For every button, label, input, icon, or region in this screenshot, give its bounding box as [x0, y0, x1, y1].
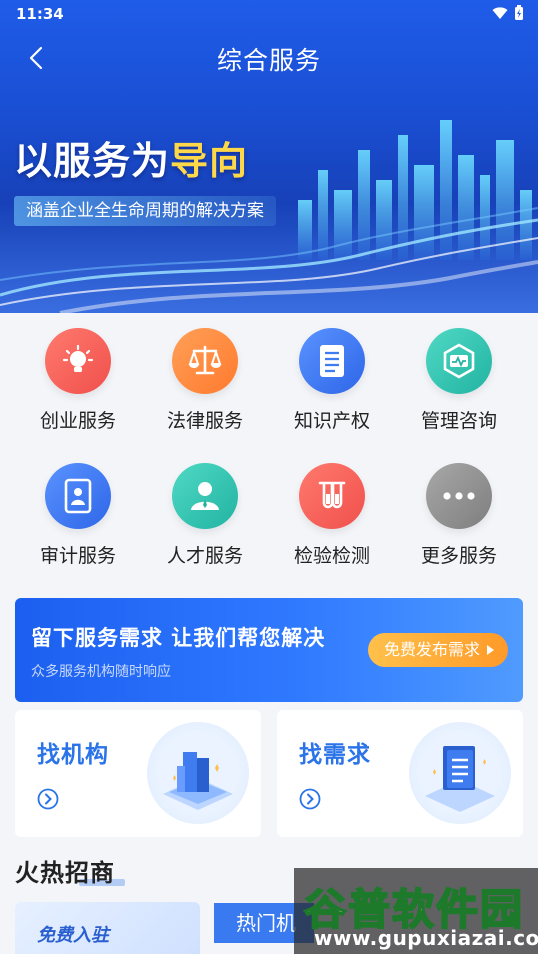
document-icon — [299, 328, 365, 394]
demand-subtitle: 众多服务机构随时响应 — [31, 664, 171, 680]
hero-slogan: 以服务为导向 — [14, 130, 248, 185]
service-label: 审计服务 — [39, 545, 116, 567]
find-demand-title: 找需求 — [299, 742, 371, 768]
service-label: 管理咨询 — [420, 410, 497, 432]
post-demand-button-label: 免费发布需求 — [383, 640, 480, 659]
wifi-icon — [492, 7, 508, 19]
find-institution-card[interactable]: 找机构 — [15, 710, 261, 837]
scales-icon — [172, 328, 238, 394]
service-legal[interactable]: 法律服务 — [141, 328, 269, 433]
service-talent[interactable]: 人才服务 — [141, 463, 269, 568]
clipboard-icon — [409, 722, 511, 824]
free-join-label: 免费入驻 — [37, 925, 109, 946]
arrow-circle-right-icon — [299, 788, 321, 810]
service-consulting[interactable]: 管理咨询 — [395, 328, 523, 433]
service-more[interactable]: 更多服务 — [395, 463, 523, 568]
post-demand-button[interactable]: 免费发布需求 — [367, 633, 508, 667]
status-time: 11:34 — [16, 5, 64, 23]
hero-subtitle: 涵盖企业全生命周期的解决方案 — [14, 196, 276, 226]
service-audit[interactable]: 审计服务 — [14, 463, 142, 568]
status-icons — [492, 5, 524, 21]
find-institution-title: 找机构 — [37, 742, 109, 768]
hero-slogan-main: 以服务为 — [14, 139, 171, 183]
hot-section-title: 火热招商 — [15, 853, 125, 888]
hero-banner: 11:34 综合服务 以服务为导向 涵盖企业全生命周期的解决方案 — [0, 0, 538, 313]
hero-slogan-accent: 导向 — [170, 139, 249, 183]
test-tubes-icon — [299, 463, 365, 529]
arrow-circle-right-icon — [37, 788, 59, 810]
status-bar: 11:34 — [0, 0, 538, 28]
watermark: 谷普软件园 www.gupuxiazai.com — [294, 868, 538, 954]
service-testing[interactable]: 检验检测 — [268, 463, 396, 568]
consult-chart-icon — [426, 328, 492, 394]
watermark-url: www.gupuxiazai.com — [314, 926, 538, 950]
service-label: 创业服务 — [39, 410, 116, 432]
service-label: 人才服务 — [166, 545, 243, 567]
battery-icon — [515, 5, 523, 20]
demand-title: 留下服务需求 让我们帮您解决 — [31, 626, 326, 650]
find-demand-card[interactable]: 找需求 — [277, 710, 523, 837]
post-demand-banner[interactable]: 留下服务需求 让我们帮您解决 众多服务机构随时响应 免费发布需求 — [15, 598, 523, 702]
person-icon — [172, 463, 238, 529]
page-title: 综合服务 — [216, 46, 321, 75]
audit-person-icon — [45, 463, 111, 529]
service-startup[interactable]: 创业服务 — [14, 328, 142, 433]
free-join-card[interactable]: 免费入驻 — [15, 902, 200, 954]
service-label: 更多服务 — [420, 545, 497, 567]
service-label: 法律服务 — [166, 410, 243, 432]
lightbulb-icon — [45, 328, 111, 394]
triangle-right-icon — [487, 645, 494, 655]
service-label: 知识产权 — [293, 410, 370, 432]
service-label: 检验检测 — [293, 545, 370, 567]
service-ip[interactable]: 知识产权 — [268, 328, 396, 433]
buildings-icon — [147, 722, 249, 824]
more-dots-icon — [426, 463, 492, 529]
